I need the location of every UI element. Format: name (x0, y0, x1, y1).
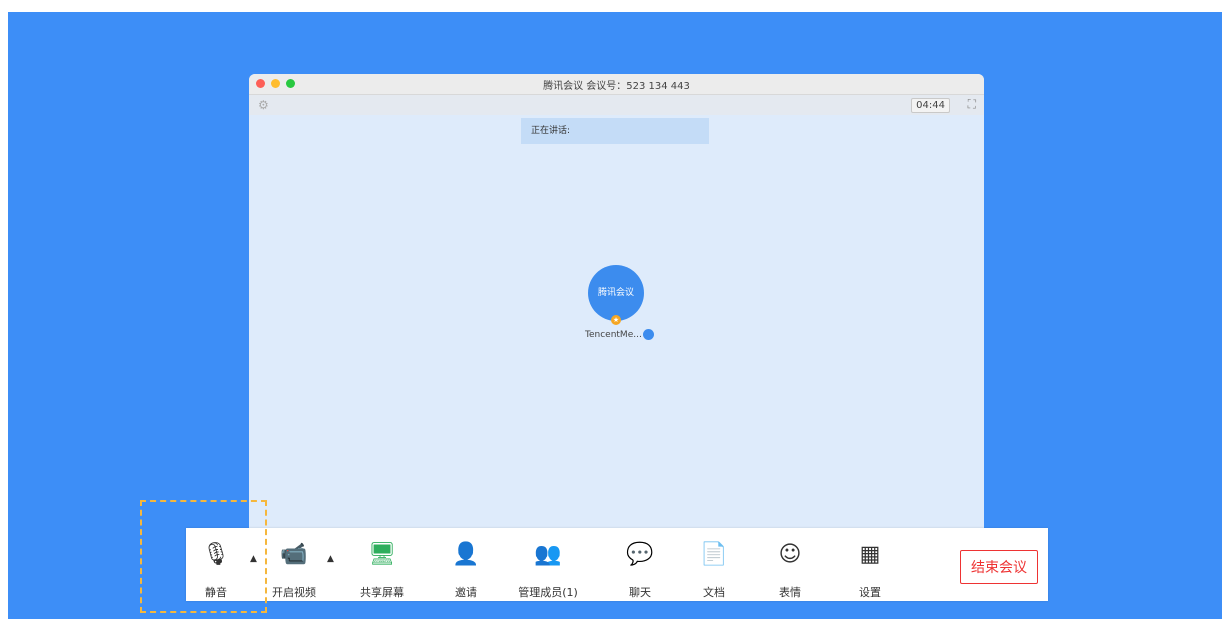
fullscreen-icon[interactable]: ⛶ (968, 97, 976, 112)
settings-grid-icon: ▦ (859, 542, 881, 567)
settings-button[interactable]: ▦ 设置 (850, 528, 890, 601)
meeting-info-bar: ⚙ 04:44 ⛶ (249, 95, 984, 115)
share-label: 共享屏幕 (360, 586, 404, 599)
emoji-button[interactable]: ☺ 表情 (770, 528, 810, 601)
chat-label: 聊天 (629, 586, 651, 599)
document-icon: 📄 (700, 542, 728, 567)
docs-button[interactable]: 📄 文档 (694, 528, 734, 601)
mic-status-icon (643, 329, 654, 340)
video-options-caret-icon[interactable]: ▲ (327, 554, 334, 564)
invite-button[interactable]: 👤 邀请 (446, 528, 486, 601)
highlight-box (140, 500, 267, 613)
emoji-label: 表情 (779, 586, 801, 599)
video-label: 开启视频 (272, 586, 316, 599)
gear-icon[interactable]: ⚙ (258, 98, 269, 112)
title-bar: 腾讯会议 会议号：523 134 443 (249, 74, 984, 95)
invite-label: 邀请 (455, 586, 477, 599)
meeting-timer: 04:44 (911, 98, 950, 113)
emoji-icon: ☺ (778, 542, 802, 567)
start-video-button[interactable]: 📹 开启视频 (266, 528, 322, 601)
share-screen-button[interactable]: 🖥 共享屏幕 (350, 528, 414, 601)
speaking-indicator: 正在讲话: (521, 118, 709, 144)
host-badge-icon: ★ (611, 315, 621, 325)
meeting-toolbar: 🎙 静音 ▲ 📹 开启视频 ▲ 🖥 共享屏幕 👤 邀请 👥 管理成员(1) 💬 … (186, 528, 1048, 601)
settings-label: 设置 (859, 586, 881, 599)
participant-avatar[interactable]: 腾讯会议 (588, 265, 644, 321)
docs-label: 文档 (703, 586, 725, 599)
window-title: 腾讯会议 会议号：523 134 443 (543, 81, 690, 92)
meeting-window: 腾讯会议 会议号：523 134 443 ⚙ 04:44 ⛶ 正在讲话: 腾讯会… (249, 74, 984, 534)
members-label: 管理成员(1) (518, 586, 578, 599)
video-off-icon: 📹 (280, 542, 308, 567)
participant-name: TencentMe... (585, 330, 642, 340)
members-icon: 👥 (534, 542, 562, 567)
chat-icon: 💬 (626, 542, 654, 567)
share-screen-icon: 🖥 (368, 542, 396, 567)
end-meeting-button[interactable]: 结束会议 (960, 550, 1038, 584)
manage-members-button[interactable]: 👥 管理成员(1) (506, 528, 590, 601)
invite-user-icon: 👤 (452, 542, 480, 567)
chat-button[interactable]: 💬 聊天 (620, 528, 660, 601)
